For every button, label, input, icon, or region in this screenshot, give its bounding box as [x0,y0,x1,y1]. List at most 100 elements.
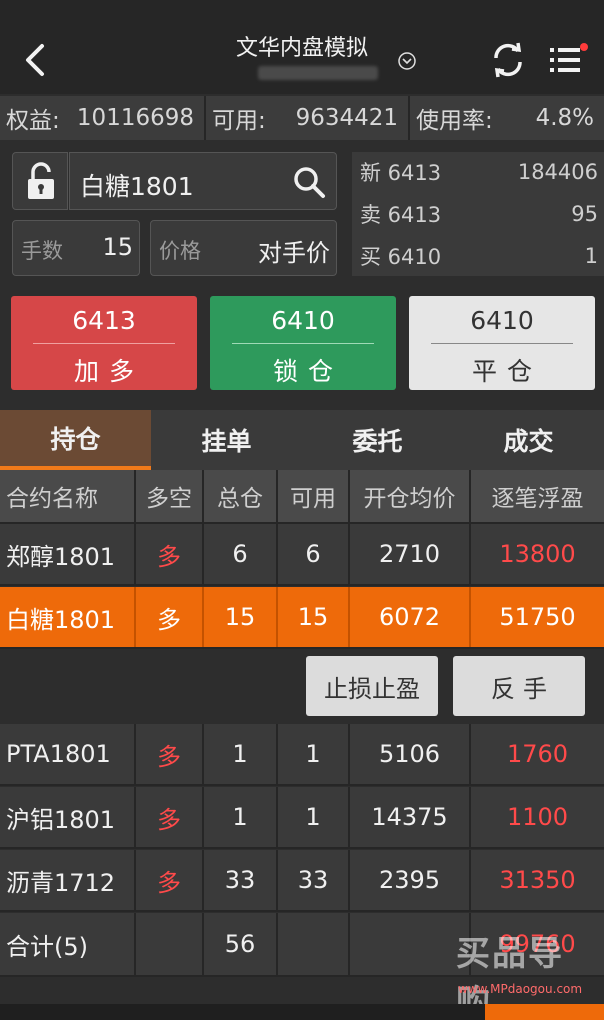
cell-available: 1 [278,787,350,847]
cell-avg-price: 6072 [350,587,471,647]
cell-contract: 白糖1801 [0,587,136,647]
row-action-bar: 止损止盈 反手 [0,650,604,724]
cell-direction: 多 [136,524,204,584]
usage-stat: 使用率: 4.8% [410,96,604,140]
watermark: 买品导购 www.MPdaogou.com [456,926,596,1020]
total-direction [136,913,204,975]
price-label: 价格 [159,239,201,263]
cell-contract: 郑醇1801 [0,524,136,584]
cell-total: 1 [204,724,278,784]
bottom-nav-active-item[interactable] [485,1004,604,1020]
symbol-input[interactable]: 白糖1801 [69,152,337,210]
lock-position-button[interactable]: 6410 锁仓 [210,296,396,390]
close-position-price: 6410 [470,306,534,335]
table-row[interactable]: 沪铝1801 多 1 1 14375 1100 [0,787,604,849]
stop-loss-take-profit-button[interactable]: 止损止盈 [306,656,438,716]
cell-float-pnl: 51750 [499,603,576,631]
quantity-value: 15 [102,233,133,261]
col-direction: 多空 [136,470,204,522]
lock-position-label: 锁仓 [272,357,343,386]
cell-available: 6 [278,524,350,584]
quote-bid-value: 1 [584,244,598,268]
col-available: 可用 [278,470,350,522]
total-positions: 56 [204,913,278,975]
available-stat: 可用: 9634421 [206,96,410,140]
cell-total: 33 [204,850,278,910]
table-row[interactable]: 郑醇1801 多 6 6 2710 13800 [0,524,604,586]
divider [232,343,374,344]
equity-value: 10116698 [76,105,194,131]
quote-ask: 卖 6413 95 [360,194,598,234]
tab-orders[interactable]: 委托 [302,410,453,470]
cell-direction: 多 [136,787,204,847]
quantity-field[interactable]: 手数 15 [12,220,140,276]
cell-float-pnl: 13800 [499,540,576,568]
symbol-value: 白糖1801 [80,172,194,201]
col-contract: 合约名称 [0,470,136,522]
table-row-selected[interactable]: 白糖1801 多 15 15 6072 51750 [0,587,604,649]
close-position-button[interactable]: 6410 平仓 [409,296,595,390]
quote-ask-value: 95 [571,202,598,226]
close-position-label: 平仓 [471,357,542,386]
cell-available: 15 [278,587,350,647]
equity-stat: 权益: 10116698 [0,96,206,140]
total-available [278,913,350,975]
cell-avg-price: 14375 [350,787,471,847]
watermark-url: www.MPdaogou.com [458,982,583,996]
price-value: 对手价 [258,239,330,267]
available-value: 9634421 [295,105,398,131]
quote-last-label: 新 6413 [360,161,442,185]
quantity-label: 手数 [21,239,63,263]
total-avg-price [350,913,471,975]
app-header: 文华内盘模拟 [0,0,604,94]
chevron-down-icon[interactable] [396,50,418,72]
tab-pending-orders[interactable]: 挂单 [151,410,302,470]
cell-total: 15 [204,587,278,647]
cell-float-pnl: 1100 [506,803,569,831]
available-label: 可用: [212,108,266,134]
cell-contract: 沪铝1801 [0,787,136,847]
table-header: 合约名称 多空 总仓 可用 开仓均价 逐笔浮盈 [0,470,604,524]
table-row[interactable]: PTA1801 多 1 1 5106 1760 [0,724,604,786]
table-row[interactable]: 沥青1712 多 33 33 2395 31350 [0,850,604,912]
cell-avg-price: 2395 [350,850,471,910]
tab-positions[interactable]: 持仓 [0,410,151,470]
cell-avg-price: 2710 [350,524,471,584]
quote-last: 新 6413 184406 [360,152,598,192]
cell-contract: 沥青1712 [0,850,136,910]
add-long-button[interactable]: 6413 加多 [11,296,197,390]
quote-bid-label: 买 6410 [360,245,442,269]
equity-label: 权益: [6,108,60,134]
add-long-label: 加多 [73,357,144,386]
col-float-pnl: 逐笔浮盈 [491,486,584,512]
cell-total: 6 [204,524,278,584]
lock-position-price: 6410 [271,306,335,335]
menu-icon[interactable] [546,42,588,78]
cell-float-pnl: 1760 [506,740,569,768]
quote-bid: 买 6410 1 [360,236,598,276]
search-icon[interactable] [292,165,326,199]
quote-last-value: 184406 [517,160,598,184]
divider [33,343,175,344]
cell-float-pnl: 31350 [499,866,576,894]
refresh-icon[interactable] [488,40,528,80]
cell-total: 1 [204,787,278,847]
total-label: 合计(5) [0,913,136,975]
price-field[interactable]: 价格 对手价 [150,220,337,276]
reverse-button[interactable]: 反手 [453,656,585,716]
tab-bar: 持仓 挂单 委托 成交 [0,410,604,470]
account-stats-bar: 权益: 10116698 可用: 9634421 使用率: 4.8% [0,96,604,140]
cell-direction: 多 [136,587,204,647]
lock-toggle[interactable] [12,152,68,210]
account-id-redacted [258,66,378,80]
col-avg-price: 开仓均价 [350,470,471,522]
cell-direction: 多 [136,850,204,910]
tab-trades[interactable]: 成交 [453,410,604,470]
quote-ask-label: 卖 6413 [360,203,442,227]
cell-direction: 多 [136,724,204,784]
quote-panel: 新 6413 184406 卖 6413 95 买 6410 1 [352,152,604,276]
cell-contract: PTA1801 [0,724,136,784]
cell-available: 1 [278,724,350,784]
unlock-icon [28,162,54,199]
usage-label: 使用率: [416,108,493,134]
